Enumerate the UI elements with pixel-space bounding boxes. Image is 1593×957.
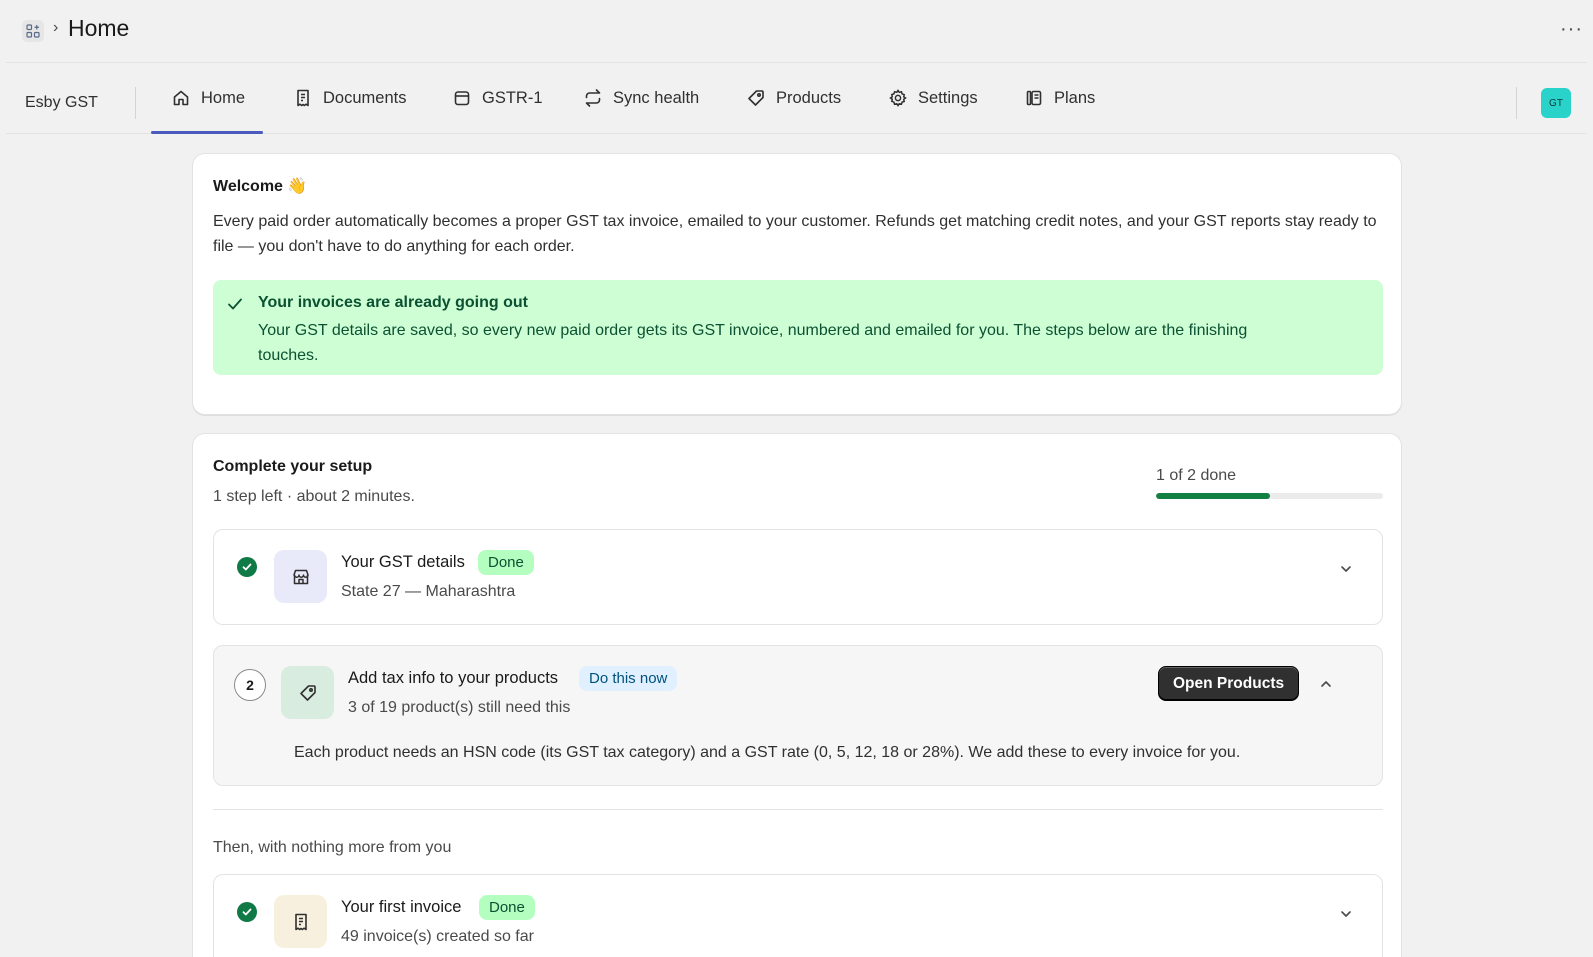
tab-gstr1[interactable]: GSTR-1 bbox=[452, 63, 543, 133]
tab-settings[interactable]: Settings bbox=[888, 63, 978, 133]
progress-fill bbox=[1156, 493, 1270, 499]
checkmark-icon bbox=[228, 298, 242, 310]
step-subtitle: State 27 — Maharashtra bbox=[341, 583, 516, 600]
receipt-icon bbox=[274, 895, 327, 948]
step-subtitle: 3 of 19 product(s) still need this bbox=[348, 699, 571, 716]
tab-sync-health[interactable]: Sync health bbox=[583, 63, 699, 133]
receipt-icon bbox=[297, 89, 309, 107]
status-badge: Done bbox=[479, 895, 535, 920]
progress-label: 1 of 2 done bbox=[1156, 467, 1237, 484]
gear-icon bbox=[889, 89, 907, 107]
tab-documents[interactable]: Documents bbox=[293, 63, 406, 133]
step-title: Add tax info to your products bbox=[348, 669, 559, 687]
setup-step-first-invoice[interactable]: Your first invoice Done 49 invoice(s) cr… bbox=[213, 874, 1383, 957]
plans-icon bbox=[1026, 90, 1042, 106]
store-icon bbox=[274, 550, 327, 603]
open-products-button[interactable]: Open Products bbox=[1158, 666, 1300, 701]
step-number: 2 bbox=[234, 669, 266, 701]
apps-icon[interactable] bbox=[22, 20, 44, 42]
step-title: Your GST details bbox=[341, 553, 465, 571]
tab-label: Home bbox=[201, 88, 246, 107]
step-subtitle: 49 invoice(s) created so far bbox=[341, 928, 534, 945]
refresh-icon bbox=[585, 89, 601, 107]
nav-divider bbox=[1516, 87, 1517, 119]
top-bar: › Home ··· bbox=[0, 0, 1593, 62]
chevron-down-icon[interactable] bbox=[1338, 561, 1354, 577]
home-icon bbox=[173, 90, 189, 106]
setup-card: Complete your setup 1 step left · about … bbox=[192, 433, 1402, 957]
tab-label: Plans bbox=[1054, 88, 1096, 107]
auto-steps-label: Then, with nothing more from you bbox=[213, 839, 452, 856]
chevron-up-icon[interactable] bbox=[1318, 676, 1334, 692]
banner-body: Your GST details are saved, so every new… bbox=[258, 322, 1248, 364]
welcome-title: Welcome 👋 bbox=[213, 178, 308, 195]
app-name[interactable]: Esby GST bbox=[25, 94, 98, 112]
tag-icon bbox=[748, 90, 764, 106]
done-check-icon bbox=[237, 557, 257, 577]
page-title: Home bbox=[68, 15, 130, 41]
status-badge: Done bbox=[478, 550, 534, 575]
tab-label: Settings bbox=[918, 88, 978, 107]
step-description: Each product needs an HSN code (its GST … bbox=[294, 744, 1241, 761]
tab-label: Documents bbox=[323, 88, 407, 107]
nav-divider bbox=[135, 87, 136, 119]
progress-bar bbox=[1156, 493, 1383, 499]
success-banner: Your invoices are already going out Your… bbox=[213, 280, 1383, 375]
tab-products[interactable]: Products bbox=[746, 63, 841, 133]
breadcrumb-separator: › bbox=[53, 19, 59, 36]
calendar-icon bbox=[454, 91, 470, 106]
tag-icon bbox=[281, 666, 334, 719]
setup-subtitle: 1 step left · about 2 minutes. bbox=[213, 488, 415, 505]
welcome-card: Welcome 👋 Every paid order automatically… bbox=[192, 153, 1402, 415]
tab-home[interactable]: Home bbox=[151, 63, 264, 134]
banner-title: Your invoices are already going out bbox=[258, 294, 528, 311]
avatar[interactable]: GT bbox=[1541, 88, 1571, 118]
setup-step-product-tax[interactable]: 2 Add tax info to your products Do this … bbox=[213, 645, 1383, 786]
tab-label: GSTR-1 bbox=[482, 88, 543, 107]
more-actions-button[interactable]: ··· bbox=[1560, 18, 1583, 41]
welcome-body: Every paid order automatically becomes a… bbox=[213, 213, 1377, 255]
section-divider bbox=[213, 809, 1383, 810]
setup-step-gst-details[interactable]: Your GST details Done State 27 — Maharas… bbox=[213, 529, 1383, 625]
done-check-icon bbox=[237, 902, 257, 922]
status-badge: Do this now bbox=[579, 666, 678, 691]
app-nav: Esby GST Home Documents GSTR-1 Sync heal… bbox=[6, 62, 1587, 134]
tab-label: Products bbox=[776, 88, 842, 107]
tab-plans[interactable]: Plans bbox=[1024, 63, 1095, 133]
tab-label: Sync health bbox=[613, 88, 700, 107]
setup-title: Complete your setup bbox=[213, 458, 373, 475]
chevron-down-icon[interactable] bbox=[1338, 906, 1354, 922]
step-title: Your first invoice bbox=[341, 898, 462, 916]
